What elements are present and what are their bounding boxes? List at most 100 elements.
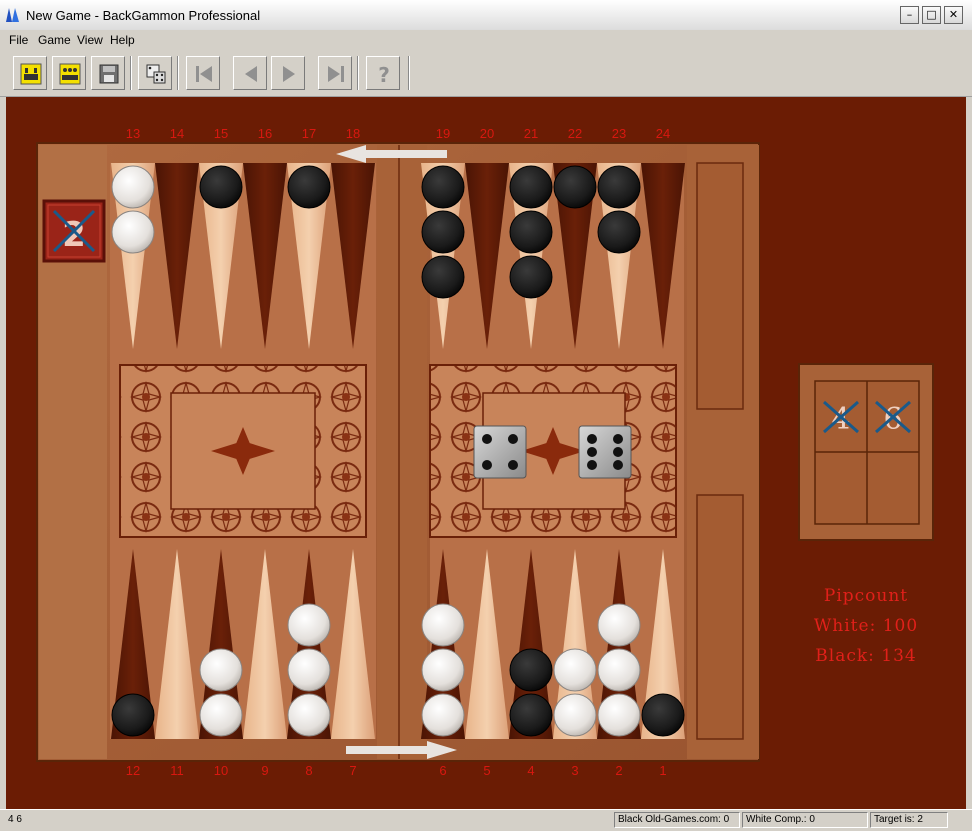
point-number-label: 21 [524, 126, 538, 141]
menu-bar: File Game View Help [0, 30, 972, 50]
point-number-label: 13 [126, 126, 140, 141]
point-number-label: 7 [349, 763, 356, 778]
window-title: New Game - BackGammon Professional [26, 8, 261, 23]
die-pip [482, 460, 492, 470]
white-checker[interactable] [553, 693, 597, 737]
help-icon: ? [378, 63, 390, 85]
point-number-label: 8 [305, 763, 312, 778]
point-number-label: 6 [439, 763, 446, 778]
title-bar: New Game - BackGammon Professional – □ ✕ [0, 0, 972, 31]
first-move-button[interactable] [186, 56, 220, 90]
used-die-second: 6 [883, 402, 902, 437]
white-checker[interactable] [553, 648, 597, 692]
previous-move-button[interactable] [233, 56, 267, 90]
last-move-button[interactable] [318, 56, 352, 90]
close-button[interactable]: ✕ [944, 6, 963, 24]
white-checker[interactable] [111, 165, 155, 209]
save-button[interactable] [91, 56, 125, 90]
white-checker[interactable] [421, 648, 465, 692]
black-checker[interactable] [641, 693, 685, 737]
point-number-label: 17 [302, 126, 316, 141]
svg-text:?: ? [378, 63, 390, 85]
white-checker[interactable] [199, 648, 243, 692]
die-right[interactable] [578, 425, 632, 479]
next-move-icon [283, 66, 295, 82]
white-checker[interactable] [287, 648, 331, 692]
minimize-button[interactable]: – [900, 6, 919, 24]
black-checker[interactable] [509, 693, 553, 737]
point-number-label: 5 [483, 763, 490, 778]
white-checker[interactable] [111, 210, 155, 254]
die-pip [482, 434, 492, 444]
first-move-icon [196, 66, 212, 82]
pipcount-black: Black: 134 [815, 646, 916, 666]
point-number-label: 14 [170, 126, 184, 141]
move-tracker-panel: 4 6 [798, 363, 934, 541]
black-checker[interactable] [421, 210, 465, 254]
last-move-icon [328, 66, 344, 82]
pipcount-title: Pipcount [824, 586, 908, 606]
status-bar: 4 6 Black Old-Games.com: 0 White Comp.: … [0, 809, 972, 831]
white-checker[interactable] [199, 693, 243, 737]
point-number-label: 3 [571, 763, 578, 778]
die-pip [508, 460, 518, 470]
menu-file[interactable]: File [9, 33, 28, 47]
point-number-label: 20 [480, 126, 494, 141]
black-checker[interactable] [111, 693, 155, 737]
menu-view[interactable]: View [77, 33, 103, 47]
black-checker[interactable] [421, 165, 465, 209]
white-checker[interactable] [597, 603, 641, 647]
white-checker[interactable] [421, 693, 465, 737]
status-black-player: Black Old-Games.com: 0 [614, 812, 740, 828]
new-match-icon [59, 63, 81, 85]
die-pip [613, 460, 623, 470]
black-checker[interactable] [509, 165, 553, 209]
black-checker[interactable] [553, 165, 597, 209]
black-checker[interactable] [509, 255, 553, 299]
doubling-cube[interactable]: 2 [42, 199, 106, 263]
point-number-label: 4 [527, 763, 534, 778]
black-checker[interactable] [509, 648, 553, 692]
new-game-icon [20, 63, 42, 85]
white-checker[interactable] [597, 693, 641, 737]
point-number-label: 1 [659, 763, 666, 778]
black-checker[interactable] [199, 165, 243, 209]
toolbar: ? [0, 50, 972, 97]
die-pip [613, 434, 623, 444]
menu-help[interactable]: Help [110, 33, 135, 47]
roll-dice-button[interactable] [138, 56, 172, 90]
save-icon [99, 64, 119, 84]
used-die-first: 4 [831, 402, 850, 437]
die-pip [508, 434, 518, 444]
black-checker[interactable] [597, 210, 641, 254]
point-number-label: 10 [214, 763, 228, 778]
help-button[interactable]: ? [366, 56, 400, 90]
black-checker[interactable] [509, 210, 553, 254]
white-checker[interactable] [287, 603, 331, 647]
white-checker[interactable] [421, 603, 465, 647]
new-match-button[interactable] [52, 56, 86, 90]
die-pip [587, 434, 597, 444]
game-area: 13 12 14 11 15 10 16 9 17 8 18 7 19 6 20 5 21 4 22 3 23 2 24 1 … [6, 97, 966, 809]
die-pip [613, 447, 623, 457]
new-game-button[interactable] [13, 56, 47, 90]
point-number-label: 24 [656, 126, 670, 141]
roll-dice-icon [146, 64, 166, 84]
point-number-label: 11 [170, 763, 184, 778]
white-checker[interactable] [597, 648, 641, 692]
white-checker[interactable] [287, 693, 331, 737]
menu-game[interactable]: Game [38, 33, 71, 47]
next-move-button[interactable] [271, 56, 305, 90]
point-number-label: 22 [568, 126, 582, 141]
black-checker[interactable] [421, 255, 465, 299]
die-left[interactable] [473, 425, 527, 479]
die-pip [587, 460, 597, 470]
black-checker[interactable] [287, 165, 331, 209]
maximize-button[interactable]: □ [922, 6, 941, 24]
point-number-label: 9 [261, 763, 268, 778]
status-target: Target is: 2 [870, 812, 948, 828]
point-number-label: 2 [615, 763, 622, 778]
black-checker[interactable] [597, 165, 641, 209]
point-number-label: 12 [126, 763, 140, 778]
app-icon [6, 8, 19, 22]
